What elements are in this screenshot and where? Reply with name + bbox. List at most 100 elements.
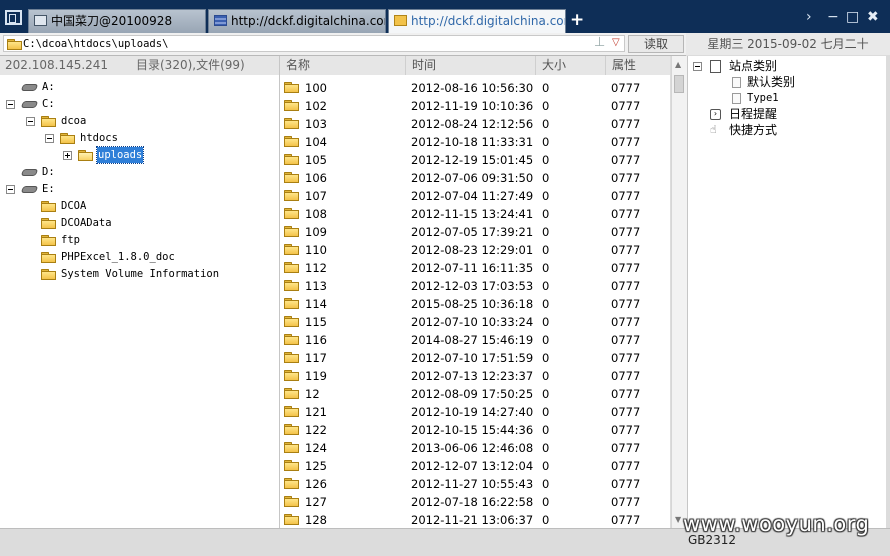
server-ip: 202.108.145.241 (5, 58, 109, 72)
table-row[interactable]: 104 2012-10-18 11:33:31 0 0777 (280, 133, 670, 151)
column-header-name[interactable]: 名称 (280, 56, 406, 75)
minimize-button[interactable]: − (827, 9, 839, 25)
folder-icon (284, 352, 299, 363)
table-row[interactable]: 112 2012-07-11 16:11:35 0 0777 (280, 259, 670, 277)
file-size-cell: 0 (542, 243, 550, 257)
folder-icon (41, 218, 56, 229)
table-row[interactable]: 117 2012-07-10 17:51:59 0 0777 (280, 349, 670, 367)
table-row[interactable]: 125 2012-12-07 13:12:04 0 0777 (280, 457, 670, 475)
tree-node-drive-d[interactable]: D: (0, 164, 279, 180)
tree-node-type1[interactable]: Type1 (688, 90, 886, 106)
file-time-cell: 2012-10-15 15:44:36 (411, 423, 534, 437)
app-window-icon[interactable] (5, 10, 22, 25)
table-row[interactable]: 103 2012-08-24 12:12:56 0 0777 (280, 115, 670, 133)
table-row[interactable]: 110 2012-08-23 12:29:01 0 0777 (280, 241, 670, 259)
table-row[interactable]: 121 2012-10-19 14:27:40 0 0777 (280, 403, 670, 421)
tree-node-label: A: (42, 81, 55, 93)
drive-icon (20, 169, 39, 176)
next-tab-button[interactable]: › (806, 9, 812, 25)
scrollbar-thumb[interactable] (674, 75, 684, 93)
file-list-scrollbar[interactable]: ▲ ▼ (671, 56, 687, 528)
tree-node-shortcuts[interactable]: ☝ 快捷方式 (688, 122, 886, 138)
tab-shell-1[interactable]: http://dckf.digitalchina.com/u... (208, 9, 386, 33)
expand-icon[interactable] (63, 151, 72, 160)
collapse-icon[interactable] (693, 62, 702, 71)
collapse-icon[interactable] (6, 100, 15, 109)
file-name-cell: 105 (305, 153, 327, 167)
collapse-icon[interactable] (6, 185, 15, 194)
chevron-down-icon[interactable]: ▽ (612, 36, 620, 50)
table-row[interactable]: 114 2015-08-25 10:36:18 0 0777 (280, 295, 670, 313)
table-row[interactable]: 127 2012-07-18 16:22:58 0 0777 (280, 493, 670, 511)
table-row[interactable]: 12 2012-08-09 17:50:25 0 0777 (280, 385, 670, 403)
file-name-cell: 124 (305, 441, 327, 455)
table-row[interactable]: 102 2012-11-19 10:10:36 0 0777 (280, 97, 670, 115)
table-row[interactable]: 109 2012-07-05 17:39:21 0 0777 (280, 223, 670, 241)
tree-node-label: htdocs (80, 132, 118, 144)
up-level-icon[interactable]: ⊥ (594, 36, 605, 50)
table-row[interactable]: 119 2012-07-13 12:23:37 0 0777 (280, 367, 670, 385)
table-row[interactable]: 105 2012-12-19 15:01:45 0 0777 (280, 151, 670, 169)
file-time-cell: 2012-07-05 17:39:21 (411, 225, 534, 239)
tree-node-ftp[interactable]: ftp (0, 232, 279, 248)
tree-node-dcoa-e[interactable]: DCOA (0, 198, 279, 214)
category-icon (710, 60, 721, 73)
tree-node-dcoa[interactable]: dcoa (0, 113, 279, 129)
table-row[interactable]: 124 2013-06-06 12:46:08 0 0777 (280, 439, 670, 457)
file-time-cell: 2012-08-09 17:50:25 (411, 387, 534, 401)
tree-node-label: 默认类别 (747, 75, 796, 89)
folder-icon (284, 136, 299, 147)
table-row[interactable]: 108 2012-11-15 13:24:41 0 0777 (280, 205, 670, 223)
tree-node-drive-c[interactable]: C: (0, 96, 279, 112)
folder-icon (284, 82, 299, 93)
file-size-cell: 0 (542, 423, 550, 437)
tree-node-system-volume[interactable]: System Volume Information (0, 266, 279, 282)
table-row[interactable]: 126 2012-11-27 10:55:43 0 0777 (280, 475, 670, 493)
tree-node-htdocs[interactable]: htdocs (0, 130, 279, 146)
tree-node-label: PHPExcel_1.8.0_doc (61, 251, 175, 263)
tree-node-site-category[interactable]: 站点类别 (688, 58, 886, 74)
tree-node-dcoadata[interactable]: DCOAData (0, 215, 279, 231)
tree-node-default-category[interactable]: 默认类别 (688, 74, 886, 90)
tree-node-uploads[interactable]: uploads (0, 146, 279, 164)
tree-node-schedule[interactable]: › 日程提醒 (688, 106, 886, 122)
read-button[interactable]: 读取 (628, 35, 684, 53)
file-attr-cell: 0777 (611, 513, 641, 527)
file-attr-cell: 0777 (611, 333, 641, 347)
drive-icon (20, 186, 39, 193)
file-name-cell: 108 (305, 207, 327, 221)
scroll-up-icon[interactable]: ▲ (675, 60, 681, 69)
tab-shell-2[interactable]: http://dckf.digitalchina.com/u... (388, 9, 566, 33)
collapse-icon[interactable] (26, 117, 35, 126)
tab-chopper-home[interactable]: 中国菜刀@20100928 (28, 9, 206, 33)
file-attr-cell: 0777 (611, 243, 641, 257)
table-row[interactable]: 113 2012-12-03 17:03:53 0 0777 (280, 277, 670, 295)
column-header-size[interactable]: 大小 (536, 56, 606, 75)
file-attr-cell: 0777 (611, 297, 641, 311)
column-header-attr[interactable]: 属性 (606, 56, 670, 75)
folder-icon (41, 252, 56, 263)
table-row[interactable]: 107 2012-07-04 11:27:49 0 0777 (280, 187, 670, 205)
collapse-icon[interactable] (45, 134, 54, 143)
table-row[interactable]: 122 2012-10-15 15:44:36 0 0777 (280, 421, 670, 439)
scroll-down-icon[interactable]: ▼ (675, 515, 681, 524)
maximize-button[interactable]: □ (846, 9, 859, 25)
tree-node-label: 快捷方式 (729, 123, 778, 137)
path-input[interactable]: C:\dcoa\htdocs\uploads\ ⊥ ▽ (3, 35, 625, 52)
table-row[interactable]: 100 2012-08-16 10:56:30 0 0777 (280, 79, 670, 97)
new-tab-button[interactable]: + (570, 11, 584, 29)
column-header-time[interactable]: 时间 (406, 56, 536, 75)
close-button[interactable]: ✖ (867, 9, 879, 25)
table-row[interactable]: 128 2012-11-21 13:06:37 0 0777 (280, 511, 670, 528)
table-row[interactable]: 116 2014-08-27 15:46:19 0 0777 (280, 331, 670, 349)
table-row[interactable]: 115 2012-07-10 10:33:24 0 0777 (280, 313, 670, 331)
tree-node-drive-a[interactable]: A: (0, 79, 279, 95)
file-size-cell: 0 (542, 369, 550, 383)
table-row[interactable]: 106 2012-07-06 09:31:50 0 0777 (280, 169, 670, 187)
file-attr-cell: 0777 (611, 99, 641, 113)
file-size-cell: 0 (542, 261, 550, 275)
tree-node-phpexcel[interactable]: PHPExcel_1.8.0_doc (0, 249, 279, 265)
file-name-cell: 100 (305, 81, 327, 95)
tree-node-label: DCOA (61, 200, 87, 212)
tree-node-drive-e[interactable]: E: (0, 181, 279, 197)
